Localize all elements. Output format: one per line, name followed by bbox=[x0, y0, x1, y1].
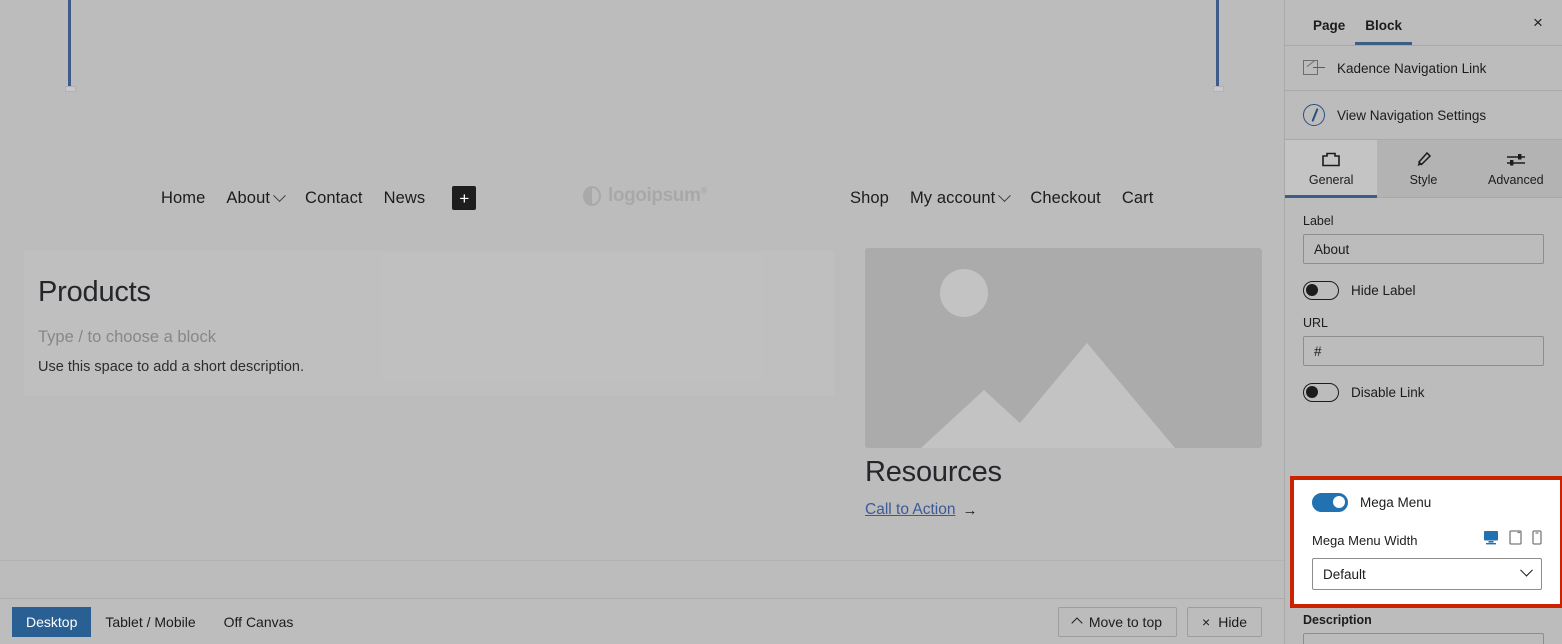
nav-label: About bbox=[226, 189, 270, 208]
nav-label: Home bbox=[161, 189, 205, 208]
preview-device-bar: Desktop Tablet / Mobile Off Canvas Move … bbox=[0, 598, 1284, 644]
nav-item-checkout[interactable]: Checkout bbox=[1030, 189, 1101, 208]
mobile-icon[interactable] bbox=[1532, 530, 1542, 550]
block-inspector-sidebar: Page Block × Kadence Navigation Link Vie… bbox=[1284, 0, 1562, 644]
products-description[interactable]: Use this space to add a short descriptio… bbox=[38, 359, 304, 375]
media-placeholder-image[interactable] bbox=[865, 248, 1262, 448]
panel-tab-label: Style bbox=[1410, 173, 1438, 187]
chevron-down-icon bbox=[273, 189, 286, 202]
mega-menu-toggle-label: Mega Menu bbox=[1360, 495, 1431, 510]
desktop-icon[interactable] bbox=[1483, 530, 1499, 550]
block-type-row: Kadence Navigation Link bbox=[1285, 46, 1562, 91]
arrow-right-icon: → bbox=[962, 502, 977, 519]
disable-link-toggle[interactable] bbox=[1303, 383, 1339, 402]
hide-label-toggle[interactable] bbox=[1303, 281, 1339, 300]
device-tab-tablet-mobile[interactable]: Tablet / Mobile bbox=[91, 607, 209, 637]
nav-label: Shop bbox=[850, 189, 889, 208]
device-preview-switcher bbox=[1483, 530, 1542, 550]
label-field-label: Label bbox=[1303, 214, 1544, 228]
hide-label: Hide bbox=[1218, 614, 1247, 630]
selection-bracket-right bbox=[1216, 0, 1219, 88]
hide-label-toggle-label: Hide Label bbox=[1351, 283, 1416, 298]
description-field-group: Description bbox=[1285, 608, 1562, 644]
logo-text: logoipsum bbox=[608, 185, 700, 206]
label-input[interactable]: About bbox=[1303, 234, 1544, 264]
nav-item-contact[interactable]: Contact bbox=[305, 189, 363, 208]
call-to-action-link[interactable]: Call to Action → bbox=[865, 501, 977, 519]
nav-label: My account bbox=[910, 189, 995, 208]
nav-label: Contact bbox=[305, 189, 363, 208]
block-type-label: Kadence Navigation Link bbox=[1337, 61, 1486, 76]
mega-menu-width-select[interactable]: Default bbox=[1312, 558, 1542, 590]
device-tab-off-canvas[interactable]: Off Canvas bbox=[210, 607, 308, 637]
cta-label: Call to Action bbox=[865, 501, 955, 519]
mega-menu-settings-highlight: Mega Menu Mega Menu Width Default bbox=[1290, 476, 1562, 608]
panel-tab-label: General bbox=[1309, 173, 1353, 187]
hide-label-toggle-row[interactable]: Hide Label bbox=[1285, 281, 1562, 300]
hide-button[interactable]: × Hide bbox=[1187, 607, 1262, 637]
mega-menu-width-label: Mega Menu Width bbox=[1312, 533, 1418, 548]
primary-nav-left: Home About Contact News + bbox=[161, 186, 476, 210]
description-field-label: Description bbox=[1303, 613, 1544, 627]
move-to-top-label: Move to top bbox=[1089, 614, 1162, 630]
panel-tab-general[interactable]: General bbox=[1285, 140, 1377, 197]
nav-item-news[interactable]: News bbox=[384, 189, 426, 208]
description-textarea[interactable] bbox=[1303, 633, 1544, 644]
disable-link-toggle-row[interactable]: Disable Link bbox=[1285, 383, 1562, 402]
view-navigation-settings-row[interactable]: View Navigation Settings bbox=[1285, 91, 1562, 140]
inspector-tabs: Page Block × bbox=[1285, 0, 1562, 46]
chevron-up-icon bbox=[1071, 617, 1082, 628]
nav-label: News bbox=[384, 189, 426, 208]
mega-menu-width-value: Default bbox=[1323, 567, 1366, 582]
logo-mark-icon bbox=[583, 186, 601, 206]
url-input[interactable]: # bbox=[1303, 336, 1544, 366]
nav-item-my-account[interactable]: My account bbox=[910, 189, 1009, 208]
nav-item-home[interactable]: Home bbox=[161, 189, 205, 208]
label-field-group: Label About bbox=[1285, 214, 1562, 264]
panel-tab-label: Advanced bbox=[1488, 173, 1544, 187]
editor-window: Home About Contact News + Shop bbox=[0, 0, 1562, 644]
mega-menu-width-row: Mega Menu Width bbox=[1294, 530, 1560, 550]
tab-block[interactable]: Block bbox=[1355, 18, 1412, 45]
url-field-group: URL # bbox=[1285, 316, 1562, 366]
kadence-navigation-link-icon bbox=[1303, 59, 1325, 77]
chevron-down-icon bbox=[998, 189, 1011, 202]
selection-bracket-left bbox=[68, 0, 71, 88]
inspector-panel-tabs: General Style Advanced bbox=[1285, 140, 1562, 198]
logo-trademark: ® bbox=[700, 186, 706, 196]
nav-label: Cart bbox=[1122, 189, 1154, 208]
close-sidebar-icon[interactable]: × bbox=[1528, 13, 1548, 33]
chevron-down-icon bbox=[1520, 563, 1533, 576]
brush-icon bbox=[1413, 151, 1433, 169]
image-placeholder-icon bbox=[865, 248, 1262, 448]
add-block-button[interactable]: + bbox=[452, 186, 476, 210]
resources-heading[interactable]: Resources bbox=[865, 456, 1002, 489]
disable-link-toggle-label: Disable Link bbox=[1351, 385, 1425, 400]
nav-item-cart[interactable]: Cart bbox=[1122, 189, 1154, 208]
primary-nav-right: Shop My account Checkout Cart bbox=[850, 189, 1153, 208]
tablet-icon[interactable] bbox=[1509, 530, 1522, 550]
bottom-bar-actions: Move to top × Hide bbox=[1058, 607, 1284, 637]
canvas-divider bbox=[0, 560, 1284, 561]
move-to-top-button[interactable]: Move to top bbox=[1058, 607, 1177, 637]
close-icon: × bbox=[1202, 614, 1210, 630]
sliders-icon bbox=[1505, 151, 1527, 169]
url-field-label: URL bbox=[1303, 316, 1544, 330]
view-navigation-settings-label: View Navigation Settings bbox=[1337, 108, 1486, 123]
panel-tab-advanced[interactable]: Advanced bbox=[1470, 140, 1562, 197]
nav-label: Checkout bbox=[1030, 189, 1101, 208]
empty-block-prompt[interactable]: Type / to choose a block bbox=[38, 328, 216, 347]
mega-menu-toggle[interactable] bbox=[1312, 493, 1348, 512]
tab-page[interactable]: Page bbox=[1303, 18, 1355, 45]
panel-tab-style[interactable]: Style bbox=[1377, 140, 1469, 197]
products-heading[interactable]: Products bbox=[38, 276, 151, 309]
block-icon bbox=[1321, 151, 1341, 169]
compass-icon bbox=[1303, 104, 1325, 126]
device-tab-desktop[interactable]: Desktop bbox=[12, 607, 91, 637]
editor-canvas: Home About Contact News + Shop bbox=[0, 0, 1284, 598]
nav-item-shop[interactable]: Shop bbox=[850, 189, 889, 208]
nav-item-about[interactable]: About bbox=[226, 189, 284, 208]
mega-menu-toggle-row[interactable]: Mega Menu bbox=[1294, 493, 1560, 512]
site-logo[interactable]: logoipsum® bbox=[583, 185, 707, 207]
